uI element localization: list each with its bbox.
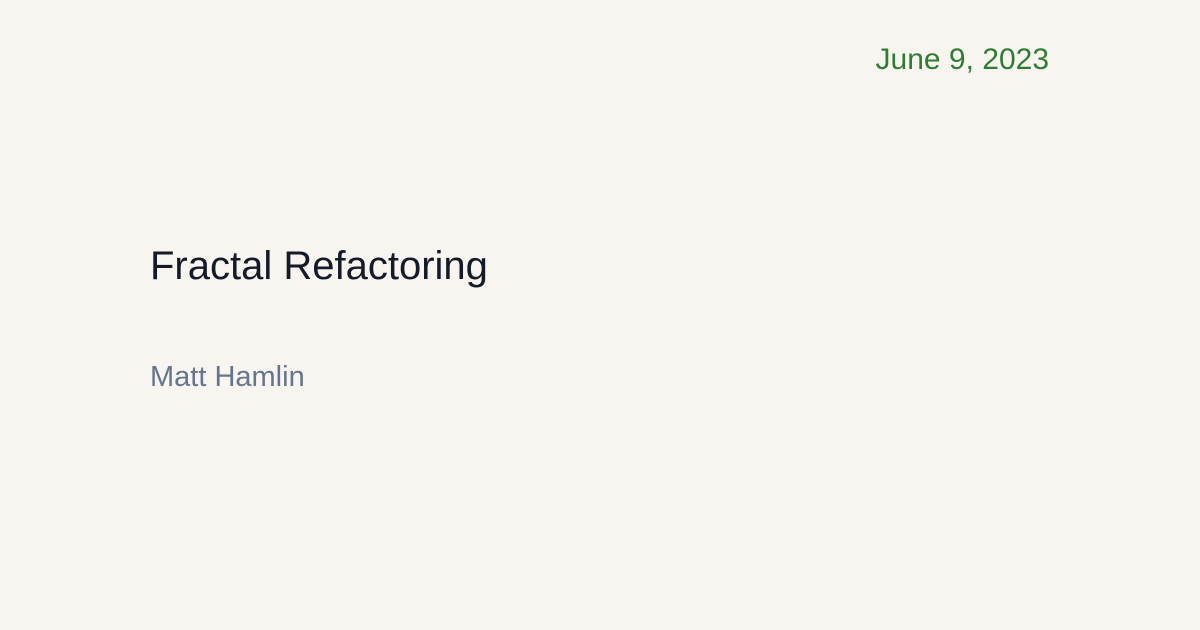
post-author: Matt Hamlin <box>150 361 305 393</box>
post-title: Fractal Refactoring <box>150 244 488 288</box>
social-card: June 9, 2023 Fractal Refactoring Matt Ha… <box>0 0 1200 630</box>
post-date: June 9, 2023 <box>875 43 1049 76</box>
